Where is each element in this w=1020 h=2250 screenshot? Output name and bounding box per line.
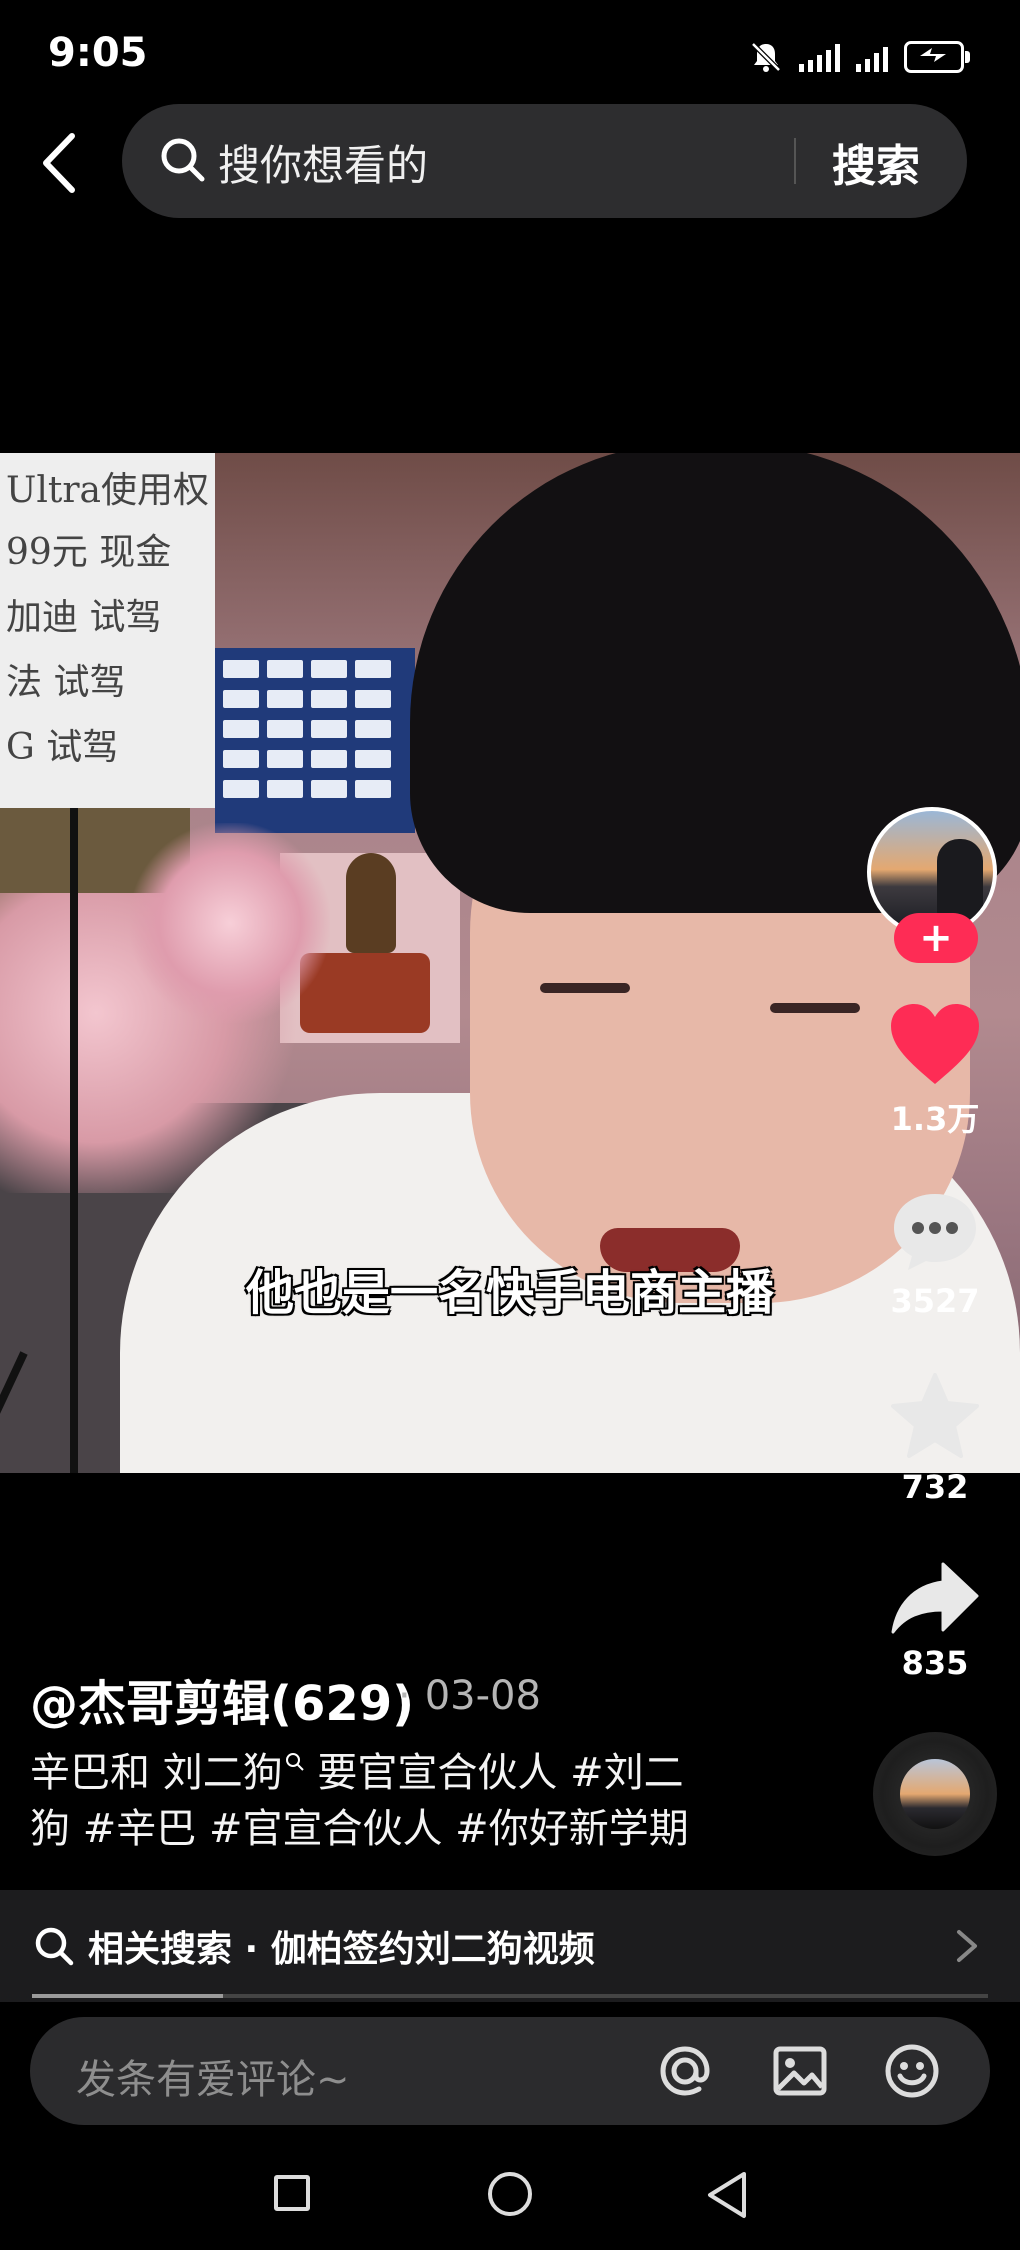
whiteboard-line: 99元 现金 <box>6 532 172 573</box>
search-icon <box>161 138 205 182</box>
status-time: 9:05 <box>48 30 148 76</box>
comment-input-bar[interactable]: 发条有爱评论~ <box>30 2017 990 2125</box>
nav-back-button[interactable] <box>704 2170 750 2220</box>
desc-text[interactable]: 辛巴和 刘二狗 <box>30 1750 283 1796</box>
video-person-eye <box>540 983 630 993</box>
heart-icon <box>891 1004 979 1084</box>
video-tripod <box>70 803 78 1473</box>
search-bar[interactable]: 搜你想看的 搜索 <box>122 104 967 218</box>
related-search-bar[interactable]: 相关搜索 · 伽柏签约刘二狗视频 <box>0 1890 1020 2002</box>
comment-button[interactable]: 3527 <box>880 1190 990 1320</box>
chevron-right-icon <box>957 1930 977 1962</box>
comment-count: 3527 <box>890 1282 980 1320</box>
video-subtitle: 他也是一名快手电商主播 <box>245 1265 774 1321</box>
emoji-icon[interactable] <box>882 2041 942 2101</box>
share-arrow-icon <box>891 1562 979 1634</box>
at-mention-icon[interactable] <box>655 2041 715 2101</box>
share-count: 835 <box>901 1644 969 1682</box>
battery-charging-icon <box>904 41 970 73</box>
search-mini-icon[interactable] <box>285 1752 305 1772</box>
comment-icon <box>894 1194 976 1270</box>
share-button[interactable]: 835 <box>880 1560 990 1682</box>
whiteboard-line: 法 试驾 <box>6 662 126 703</box>
follow-button[interactable]: + <box>894 913 978 963</box>
video-flowers <box>130 823 330 1023</box>
whiteboard-line: 加迪 试驾 <box>6 597 162 638</box>
video-player[interactable]: Ultra使用权 99元 现金 加迪 试驾 法 试驾 G 试驾 他也是一名快手电… <box>0 453 1020 1473</box>
nav-home-button[interactable] <box>488 2172 532 2216</box>
chevron-left-icon <box>43 133 75 193</box>
mute-icon <box>751 42 781 72</box>
nav-recents-button[interactable] <box>274 2175 310 2211</box>
like-button[interactable]: 1.3万 <box>880 1002 990 1140</box>
signal-icon <box>856 42 888 72</box>
status-icons <box>749 40 970 74</box>
music-disc[interactable] <box>873 1732 997 1856</box>
image-icon[interactable] <box>770 2041 830 2101</box>
post-date: · 03-08 <box>398 1673 541 1719</box>
comment-input[interactable]: 发条有爱评论~ <box>76 2047 350 2105</box>
search-button[interactable]: 搜索 <box>832 130 920 194</box>
desc-text[interactable]: 要官宣合伙人 #刘二 <box>305 1750 683 1796</box>
favorite-count: 732 <box>901 1468 969 1506</box>
date-text: 03-08 <box>424 1673 541 1719</box>
video-person-eye <box>770 1003 860 1013</box>
related-search-text[interactable]: 相关搜索 · 伽柏签约刘二狗视频 <box>88 1920 595 1972</box>
music-cover <box>900 1759 970 1829</box>
video-whiteboard: Ultra使用权 99元 现金 加迪 试驾 法 试驾 G 试驾 <box>0 453 215 808</box>
search-divider <box>794 138 796 184</box>
search-input[interactable]: 搜你想看的 <box>218 132 428 193</box>
video-progress-fill <box>32 1994 224 1998</box>
back-button[interactable] <box>38 130 82 196</box>
video-trophy-figure <box>346 853 396 953</box>
date-separator: · <box>398 1673 411 1719</box>
video-logo-wall <box>215 648 415 833</box>
search-icon <box>35 1927 74 1966</box>
star-icon <box>891 1373 979 1458</box>
whiteboard-line: G 试驾 <box>6 727 119 768</box>
desc-hashtags[interactable]: 狗 #辛巴 #官宣合伙人 #你好新学期 <box>30 1801 730 1857</box>
author-name[interactable]: @杰哥剪辑(629) <box>30 1664 414 1734</box>
whiteboard-line: Ultra使用权 <box>6 470 209 511</box>
favorite-button[interactable]: 732 <box>880 1372 990 1506</box>
post-description: 辛巴和 刘二狗 要官宣合伙人 #刘二 狗 #辛巴 #官宣合伙人 #你好新学期 <box>30 1745 730 1857</box>
signal-icon <box>799 42 840 72</box>
like-count: 1.3万 <box>890 1100 980 1138</box>
video-progress-bar[interactable] <box>32 1994 988 1998</box>
